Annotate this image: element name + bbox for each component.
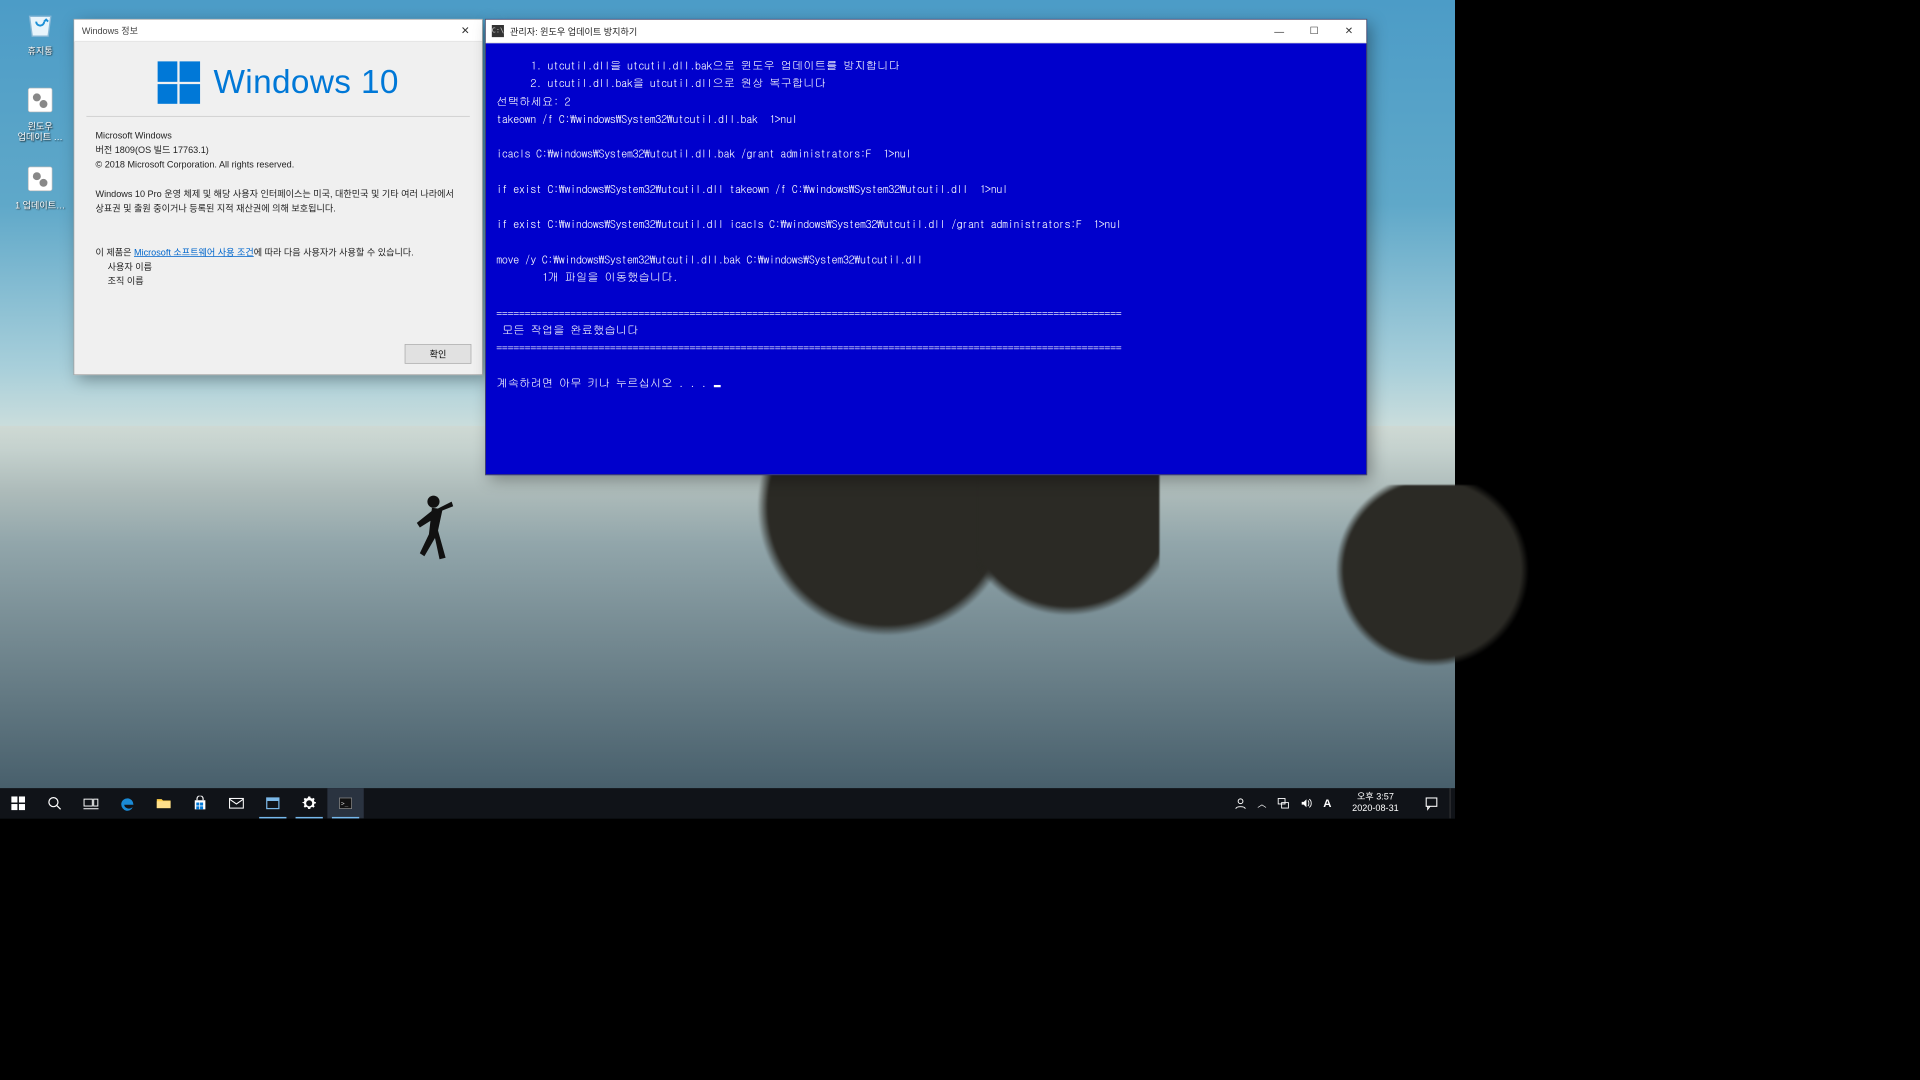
recycle-bin-icon bbox=[22, 6, 58, 42]
cmd-line: 2. utcutil.dll.bak을 utcutil.dll으로 원상 복구합… bbox=[496, 75, 826, 91]
desktop-icon-update-1[interactable]: 1 업데이트… bbox=[11, 161, 70, 211]
winver-titlebar[interactable]: Windows 정보 ✕ bbox=[74, 20, 482, 42]
close-icon: ✕ bbox=[461, 24, 470, 37]
cmd-line: takeown /f C:\windows\System32\utcutil.d… bbox=[496, 110, 797, 126]
winver-license-line: 이 제품은 Microsoft 소프트웨어 사용 조건에 따라 다음 사용자가 … bbox=[95, 245, 460, 260]
people-button[interactable] bbox=[1234, 796, 1248, 810]
people-icon bbox=[1234, 796, 1248, 810]
taskbar-edge[interactable] bbox=[109, 788, 145, 818]
system-tray: ︿ A bbox=[1223, 788, 1337, 818]
task-view-icon bbox=[83, 796, 98, 811]
edge-icon bbox=[120, 796, 135, 811]
cmd-line: 1개 파일을 이동했습니다. bbox=[496, 269, 678, 285]
cmd-output: 1. utcutil.dll을 utcutil.dll.bak으로 윈도우 업데… bbox=[486, 43, 1367, 474]
desktop-icon-update-blocker[interactable]: 윈도우 업데이트 … bbox=[11, 82, 70, 143]
app-window-icon bbox=[265, 796, 280, 811]
cmd-title-text: 관리자: 윈도우 업데이트 방지하기 bbox=[510, 25, 637, 38]
cursor-icon bbox=[714, 385, 721, 387]
action-center-button[interactable] bbox=[1413, 788, 1449, 818]
batch-file-icon bbox=[22, 82, 58, 118]
taskbar-cmd[interactable]: >_ bbox=[327, 788, 363, 818]
cmd-line: 1. utcutil.dll을 utcutil.dll.bak으로 윈도우 업데… bbox=[496, 58, 900, 74]
close-icon: ✕ bbox=[1345, 25, 1353, 37]
tray-overflow-button[interactable]: ︿ bbox=[1257, 797, 1266, 810]
icon-label: 윈도우 업데이트 … bbox=[11, 121, 70, 143]
cmd-done: 모든 작업을 완료했습니다 bbox=[496, 322, 638, 338]
start-button[interactable] bbox=[0, 788, 36, 818]
clock-time: 오후 3:57 bbox=[1345, 791, 1406, 802]
windows-wordmark: Windows 10 bbox=[213, 64, 398, 102]
cmd-line: if exist C:\windows\System32\utcutil.dll… bbox=[496, 216, 1121, 232]
cmd-line: if exist C:\windows\System32\utcutil.dll… bbox=[496, 181, 1008, 197]
wallpaper-runner bbox=[409, 493, 454, 584]
search-button[interactable] bbox=[36, 788, 72, 818]
task-view-button[interactable] bbox=[73, 788, 109, 818]
cmd-window[interactable]: C:\ 관리자: 윈도우 업데이트 방지하기 — ☐ ✕ 1. utcutil.… bbox=[485, 19, 1367, 475]
tray-ime[interactable]: A bbox=[1323, 797, 1331, 810]
search-icon bbox=[47, 796, 62, 811]
winver-body: Windows 10 Microsoft Windows 버전 1809(OS … bbox=[74, 42, 482, 337]
chevron-up-icon: ︿ bbox=[1257, 797, 1266, 810]
tray-network[interactable] bbox=[1276, 796, 1290, 810]
ime-indicator: A bbox=[1323, 797, 1331, 810]
maximize-button[interactable]: ☐ bbox=[1297, 20, 1332, 43]
maximize-icon: ☐ bbox=[1310, 25, 1319, 37]
folder-icon bbox=[156, 796, 171, 811]
desktop-icon-recycle-bin[interactable]: 휴지통 bbox=[11, 6, 70, 56]
cmd-icon: >_ bbox=[338, 796, 353, 811]
store-icon bbox=[192, 796, 207, 811]
close-button[interactable]: ✕ bbox=[1331, 20, 1366, 43]
close-button[interactable]: ✕ bbox=[449, 20, 482, 41]
taskbar-mail[interactable] bbox=[218, 788, 254, 818]
icon-label: 1 업데이트… bbox=[11, 200, 70, 211]
svg-text:>_: >_ bbox=[341, 801, 349, 808]
cmd-line: move /y C:\windows\System32\utcutil.dll.… bbox=[496, 251, 922, 267]
winver-version: 버전 1809(OS 빌드 17763.1) bbox=[95, 143, 460, 158]
clock-date: 2020-08-31 bbox=[1345, 803, 1406, 814]
winver-product: Microsoft Windows bbox=[95, 129, 460, 144]
cmd-divider: ========================================… bbox=[496, 304, 1121, 320]
mail-icon bbox=[229, 796, 244, 811]
cmd-line: 선택하세요: 2 bbox=[496, 93, 570, 109]
cmd-continue: 계속하려면 아무 키나 누르십시오 . . . bbox=[496, 375, 712, 391]
winver-org-label: 조직 이름 bbox=[108, 274, 461, 289]
winver-edition-text: Windows 10 Pro 운영 체제 및 해당 사용자 인터페이스는 미국,… bbox=[95, 187, 460, 216]
network-icon bbox=[1276, 796, 1290, 810]
winver-copyright: © 2018 Microsoft Corporation. All rights… bbox=[95, 158, 460, 173]
license-terms-link[interactable]: Microsoft 소프트웨어 사용 조건 bbox=[134, 247, 254, 258]
cmd-line: icacls C:\windows\System32\utcutil.dll.b… bbox=[496, 146, 911, 162]
taskbar[interactable]: >_ ︿ A 오후 3:57 2020-08-31 bbox=[0, 788, 1455, 818]
taskbar-file-explorer[interactable] bbox=[146, 788, 182, 818]
winver-user-label: 사용자 이름 bbox=[108, 260, 461, 275]
taskbar-settings[interactable] bbox=[291, 788, 327, 818]
winver-window[interactable]: Windows 정보 ✕ Windows 10 Microsoft Window… bbox=[74, 19, 483, 375]
minimize-icon: — bbox=[1274, 25, 1284, 36]
notification-icon bbox=[1424, 796, 1439, 811]
gear-icon bbox=[302, 796, 317, 811]
tray-volume[interactable] bbox=[1300, 796, 1314, 810]
taskbar-clock[interactable]: 오후 3:57 2020-08-31 bbox=[1338, 788, 1414, 818]
ok-button-label: 확인 bbox=[430, 347, 447, 360]
taskbar-store[interactable] bbox=[182, 788, 218, 818]
windows-logo-icon bbox=[11, 796, 26, 811]
cmd-titlebar[interactable]: C:\ 관리자: 윈도우 업데이트 방지하기 — ☐ ✕ bbox=[486, 20, 1367, 43]
show-desktop-button[interactable] bbox=[1450, 788, 1455, 818]
batch-file-icon bbox=[22, 161, 58, 197]
minimize-button[interactable]: — bbox=[1262, 20, 1297, 43]
windows-logo-icon bbox=[157, 61, 199, 103]
cmd-divider: ========================================… bbox=[496, 340, 1121, 356]
volume-icon bbox=[1300, 796, 1314, 810]
cmd-icon: C:\ bbox=[492, 25, 504, 37]
winver-title-text: Windows 정보 bbox=[82, 24, 138, 37]
ok-button[interactable]: 확인 bbox=[405, 344, 472, 364]
icon-label: 휴지통 bbox=[11, 45, 70, 56]
taskbar-winver[interactable] bbox=[255, 788, 291, 818]
